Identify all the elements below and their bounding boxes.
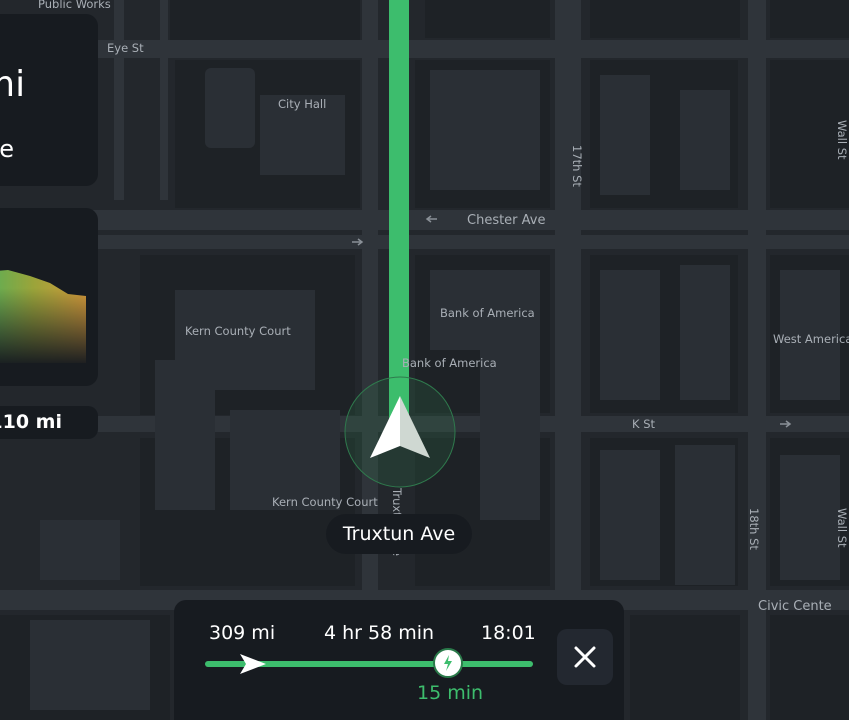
maneuver-street: e	[0, 135, 14, 163]
charge-duration: 15 min	[417, 682, 484, 704]
label-wall-st-bottom: Wall St	[835, 508, 849, 548]
trip-distance: 309 mi	[209, 622, 276, 644]
label-bank-2: Bank of America	[402, 356, 497, 370]
remaining-range: 110 mi	[0, 406, 98, 439]
maneuver-distance: mi	[0, 64, 26, 105]
close-icon	[574, 646, 596, 668]
label-k-st: K St	[632, 417, 655, 431]
label-eye-st: Eye St	[107, 41, 144, 55]
label-chester-ave: Chester Ave	[467, 213, 545, 228]
label-west-america: West America	[773, 332, 849, 346]
label-17th-st: 17th St	[570, 145, 584, 187]
current-street-label: Truxtun Ave	[326, 514, 472, 554]
label-civic-center: Civic Cente	[758, 599, 832, 614]
charge-stop-marker[interactable]	[432, 648, 463, 678]
current-position-icon	[239, 654, 266, 674]
next-maneuver-card: mi e	[0, 14, 98, 186]
lightning-icon	[443, 655, 452, 671]
label-bank-1: Bank of America	[440, 306, 535, 320]
energy-chart-card	[0, 208, 98, 386]
close-navigation-button[interactable]	[557, 629, 613, 685]
label-kern-court-1: Kern County Court	[185, 324, 291, 338]
label-wall-st-top: Wall St	[835, 120, 849, 160]
label-public-works: Public Works	[38, 0, 111, 11]
label-kern-court-2: Kern County Court	[272, 495, 378, 509]
label-city-hall: City Hall	[278, 97, 326, 111]
route-line	[389, 0, 409, 440]
vehicle-marker	[344, 376, 456, 488]
label-18th-st: 18th St	[747, 508, 761, 550]
trip-duration: 4 hr 58 min	[324, 622, 435, 644]
trip-eta: 18:01	[481, 622, 536, 644]
energy-chart	[0, 270, 98, 366]
